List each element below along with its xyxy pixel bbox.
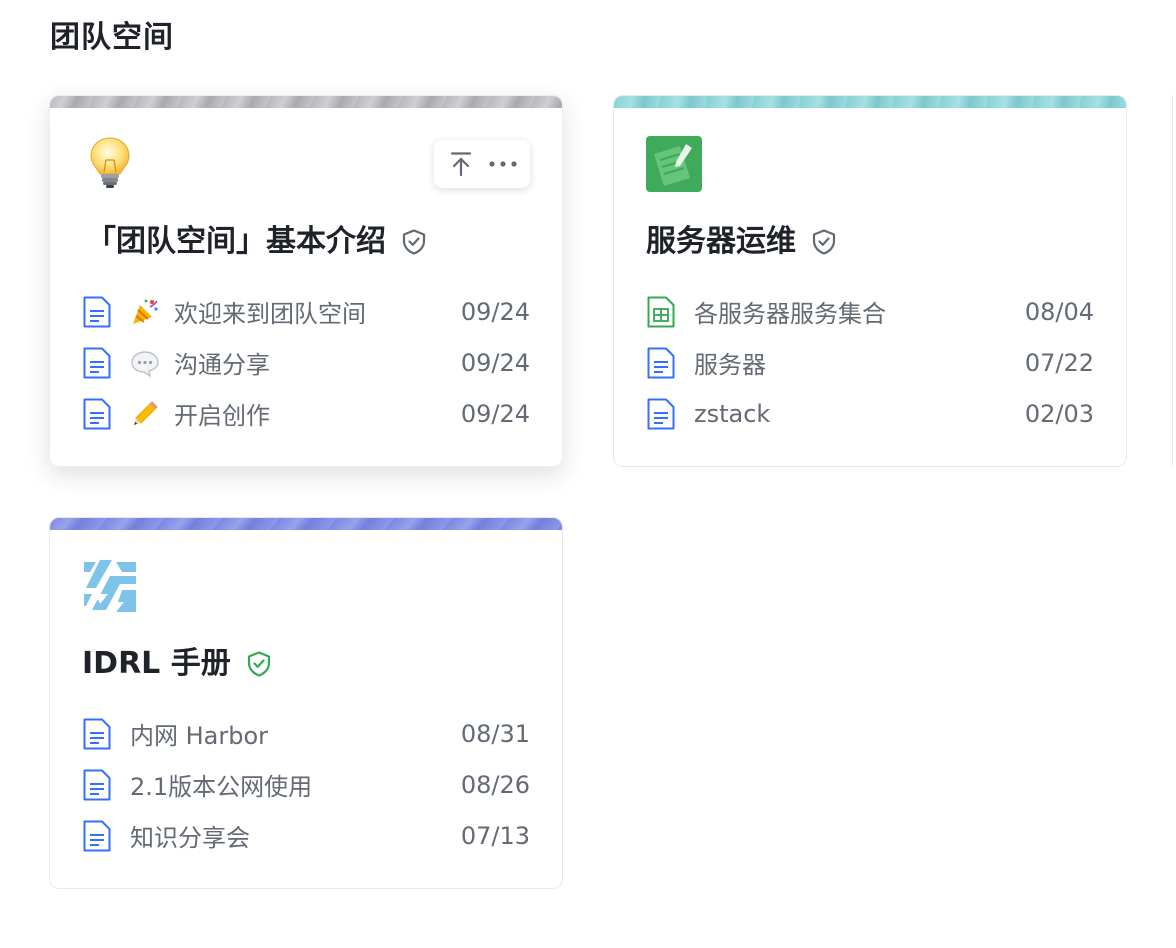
card-edge — [1172, 95, 1176, 467]
doc-icon — [647, 347, 675, 378]
doc-row[interactable]: 2.1版本公网使用 08/26 — [82, 759, 530, 810]
doc-row[interactable]: 沟通分享 09/24 — [82, 337, 530, 388]
doc-icon — [83, 769, 111, 800]
card-cover — [614, 96, 1126, 108]
more-dots-icon — [489, 161, 517, 167]
doc-icon — [83, 718, 111, 749]
party-popper-icon — [133, 299, 158, 324]
doc-list: 欢迎来到团队空间 09/24 沟通分享 09/24 开启创作 09/24 — [82, 286, 530, 439]
space-title[interactable]: 服务器运维 — [646, 220, 838, 264]
doc-list: 各服务器服务集合 08/04 服务器 07/22 zstack 02/03 — [646, 286, 1094, 439]
space-card-intro[interactable]: 「团队空间」基本介绍 欢迎来到团队空间 09/24 沟通分享 09/24 开启创… — [49, 95, 563, 467]
doc-list: 内网 Harbor 08/31 2.1版本公网使用 08/26 知识分享会 07… — [82, 708, 530, 861]
idrl-logo-icon — [82, 558, 138, 614]
doc-row[interactable]: 欢迎来到团队空间 09/24 — [82, 286, 530, 337]
doc-row[interactable]: 服务器 07/22 — [646, 337, 1094, 388]
pencil-icon — [134, 400, 158, 425]
pin-to-top-button[interactable] — [444, 147, 478, 181]
pin-to-top-icon — [450, 152, 472, 177]
shield-check-gray-icon — [402, 229, 426, 255]
doc-row[interactable]: zstack 02/03 — [646, 388, 1094, 439]
doc-row[interactable]: 各服务器服务集合 08/04 — [646, 286, 1094, 337]
space-card-server-ops[interactable]: 服务器运维 各服务器服务集合 08/04 服务器 07/22 zstack 02… — [613, 95, 1127, 467]
speech-bubble-icon — [131, 350, 159, 378]
card-cover — [50, 518, 562, 530]
space-card-idrl[interactable]: IDRL 手册 内网 Harbor 08/31 2.1版本公网使用 08/26 … — [49, 517, 563, 889]
doc-row[interactable]: 内网 Harbor 08/31 — [82, 708, 530, 759]
sheet-icon — [647, 296, 675, 327]
doc-row[interactable]: 开启创作 09/24 — [82, 388, 530, 439]
doc-row[interactable]: 知识分享会 07/13 — [82, 810, 530, 861]
doc-icon — [83, 398, 111, 429]
shield-check-green-icon — [247, 651, 270, 677]
page-title: 团队空间 — [50, 20, 174, 55]
shield-check-gray-icon — [812, 229, 836, 255]
lightbulb-icon — [90, 137, 130, 188]
doc-icon — [83, 296, 111, 327]
doc-icon — [83, 347, 111, 378]
doc-icon — [83, 820, 111, 851]
space-title[interactable]: 「团队空间」基本介绍 — [82, 220, 428, 264]
card-cover — [50, 96, 562, 108]
space-title[interactable]: IDRL 手册 — [82, 642, 273, 686]
card-toolbar — [434, 140, 530, 188]
notepad-pen-icon — [646, 136, 702, 192]
doc-icon — [647, 398, 675, 429]
more-button[interactable] — [486, 147, 520, 181]
